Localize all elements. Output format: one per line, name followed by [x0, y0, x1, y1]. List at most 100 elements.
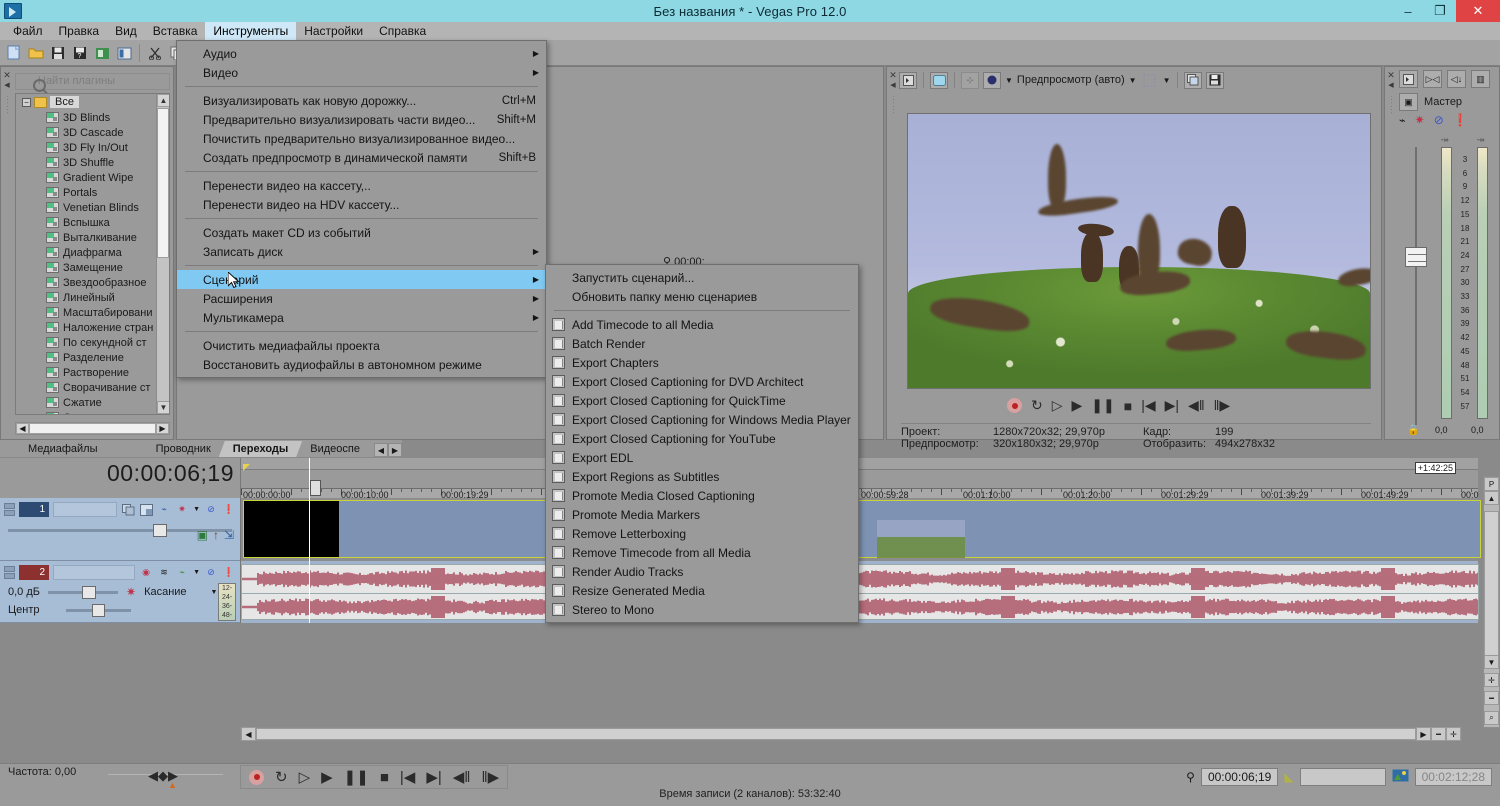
vscroll-marker-icon[interactable]: P	[1484, 477, 1499, 491]
track2-name-input[interactable]	[53, 565, 136, 580]
tools-menu-item[interactable]: Расширения ▶	[177, 289, 546, 308]
track2-pan-label[interactable]: Центр	[8, 604, 40, 616]
video-event-clip[interactable]	[243, 500, 1481, 558]
plugin-item[interactable]: Выталкивание	[16, 230, 169, 245]
hscroll-thumb[interactable]	[29, 423, 156, 434]
plugin-item[interactable]: Сжатие	[16, 395, 169, 410]
script-menu-item[interactable]: Stereo to Mono	[546, 600, 858, 619]
tab-project-media[interactable]: Медиафайлы проекта	[14, 441, 148, 457]
project-video-properties-icon[interactable]	[899, 71, 917, 89]
go-to-start-icon[interactable]: |◀	[1141, 397, 1155, 414]
plugin-item[interactable]: Скольжение	[16, 410, 169, 414]
preview-quality-icon[interactable]	[983, 71, 1001, 89]
next-frame-icon[interactable]: ‖▶	[1214, 397, 1231, 414]
minimize-button[interactable]: –	[1392, 0, 1424, 22]
overlay-grid-icon[interactable]	[1141, 72, 1159, 89]
track2-automation-label[interactable]: Касание	[144, 586, 186, 598]
track1-slider-knob[interactable]	[153, 524, 167, 537]
plugin-item[interactable]: Замещение	[16, 260, 169, 275]
script-menu-item[interactable]: Запустить сценарий...	[546, 268, 858, 287]
expander-icon[interactable]: −	[22, 97, 31, 107]
plugin-tree[interactable]: − Все 3D Blinds 3D Cascade 3D Fly In/Out 3D…	[15, 93, 170, 415]
stop-button[interactable]: ■	[380, 769, 389, 786]
track-area-audio[interactable]	[240, 561, 1479, 623]
timeline-horizontal-scrollbar[interactable]: ◀ ▶ ━ ✛	[240, 727, 1462, 741]
tools-menu-item[interactable]: Записать диск ▶	[177, 242, 546, 261]
maximize-button[interactable]: ❐	[1424, 0, 1456, 22]
track2-number[interactable]: 2	[19, 565, 49, 580]
scissors-icon[interactable]	[145, 43, 165, 63]
tab-transitions[interactable]: Переходы	[219, 441, 303, 457]
script-menu-item[interactable]: Обновить папку меню сценариев	[546, 287, 858, 306]
plugin-item[interactable]: Разделение	[16, 350, 169, 365]
fx-gear-icon[interactable]: ✷	[1415, 113, 1425, 127]
tools-menu-item[interactable]: Мультикамера ▶	[177, 308, 546, 327]
tools-menu-item[interactable]: Создать предпросмотр в динамической памя…	[177, 148, 546, 167]
go-to-start-button[interactable]: |◀	[400, 768, 415, 786]
track2-invert-icon[interactable]: ≋	[157, 566, 171, 580]
menu-view[interactable]: Вид	[107, 22, 145, 40]
timeline-cursor-timecode[interactable]: 00:00:06;19	[12, 460, 234, 487]
play-icon-preview[interactable]: ▶	[1072, 397, 1083, 414]
vscroll-down-icon[interactable]: ▼	[1484, 655, 1499, 669]
plugin-item[interactable]: По секундной ст	[16, 335, 169, 350]
vscroll-thumb[interactable]	[1484, 511, 1499, 661]
dim-output-icon[interactable]: ◁↓	[1447, 70, 1466, 88]
script-menu-item[interactable]: Promote Media Markers	[546, 505, 858, 524]
tools-menu-item[interactable]: Перенести видео на кассету,..	[177, 176, 546, 195]
script-menu-item[interactable]: Add Timecode to all Media	[546, 315, 858, 334]
split-screen-icon[interactable]: ⊹	[961, 71, 979, 89]
record-button[interactable]	[249, 769, 264, 785]
script-submenu[interactable]: Запустить сценарий... Обновить папку меню…	[545, 264, 859, 623]
menu-help[interactable]: Справка	[371, 22, 434, 40]
timeline-vertical-scrollbar[interactable]: P ▲ ▼ ✛ ━ ⌕	[1483, 476, 1500, 728]
tools-menu-item[interactable]: Почистить предварительно визуализированн…	[177, 129, 546, 148]
track1-snapshot-icon[interactable]: ▣	[197, 528, 208, 542]
plugin-item[interactable]: Растворение	[16, 365, 169, 380]
playhead-handle[interactable]	[310, 480, 321, 496]
master-fader-track[interactable]	[1415, 147, 1417, 425]
marker-band[interactable]	[241, 458, 1478, 470]
track1-fx-icon[interactable]: ✷	[175, 503, 189, 517]
track1-compositing-icon[interactable]	[121, 503, 135, 517]
track1-routing-icon[interactable]: ⌁	[157, 503, 171, 517]
mute-icon[interactable]: ⊘	[1434, 113, 1444, 127]
track1-name-input[interactable]	[53, 502, 118, 517]
close-button[interactable]: ✕	[1456, 0, 1500, 22]
menu-tools[interactable]: Инструменты	[205, 22, 297, 40]
zoom-out-vertical-icon[interactable]: ━	[1484, 691, 1499, 705]
mixer-properties-icon[interactable]	[1399, 70, 1418, 88]
track2-solo-icon[interactable]: ❗	[222, 566, 236, 580]
plugin-item[interactable]: Portals	[16, 185, 169, 200]
tools-menu-item[interactable]: Восстановить аудиофайлы в автономном реж…	[177, 355, 546, 374]
scroll-down-icon[interactable]: ▼	[157, 401, 169, 414]
stop-icon-preview[interactable]: ■	[1124, 398, 1132, 414]
track2-automation-chevron-icon[interactable]: ▼	[211, 589, 218, 596]
track1-up-icon[interactable]: ↑	[213, 528, 219, 542]
track2-minimize-icons[interactable]	[4, 566, 15, 579]
copy-snapshot-icon[interactable]	[1183, 71, 1202, 89]
track2-arm-record-icon[interactable]: ◉	[139, 566, 153, 580]
hscroll-left-icon[interactable]: ◀	[16, 423, 29, 434]
chevron-down-icon-quality[interactable]: ▼	[1005, 76, 1013, 85]
tools-menu-item[interactable]: Создать макет CD из событий	[177, 223, 546, 242]
track2-pan-slider[interactable]	[65, 603, 131, 617]
panel-grip-left[interactable]: ✕ ◀ ······	[1, 67, 13, 439]
track2-gain-knob[interactable]	[82, 585, 96, 599]
zoom-in-horizontal-icon[interactable]: ✛	[1446, 727, 1461, 741]
timeline-ruler[interactable]: +1:42:25 00:00:00:00 00:00:10:00 00:00:19:…	[240, 458, 1479, 500]
plugin-item[interactable]: Вспышка	[16, 215, 169, 230]
zoom-in-vertical-icon[interactable]: ✛	[1484, 673, 1499, 687]
tools-dropdown-menu[interactable]: Аудио ▶ Видео ▶ Визуализировать как новую до…	[176, 40, 547, 378]
master-bus-icon[interactable]: ▣	[1399, 93, 1418, 111]
tab-explorer[interactable]: Проводник	[142, 441, 225, 457]
script-menu-item[interactable]: Export Closed Captioning for Windows Med…	[546, 410, 858, 429]
tab-next-icon[interactable]: ▶	[388, 443, 402, 457]
track2-gain-slider[interactable]	[48, 585, 118, 599]
script-menu-item[interactable]: Export Closed Captioning for DVD Archite…	[546, 372, 858, 391]
plugin-item[interactable]: Линейный	[16, 290, 169, 305]
track-header-audio[interactable]: 2 ◉ ≋ ⌁ ▼ ⊘ ❗ 0,0 дБ ✷ Касание ▼ Центр 1…	[0, 561, 240, 623]
go-to-end-button[interactable]: ▶|	[426, 768, 441, 786]
track-header-video[interactable]: 1 ⌁ ✷ ▼ ⊘ ❗ ▣ ↑ ⇲	[0, 498, 240, 561]
plugin-item[interactable]: 3D Blinds	[16, 110, 169, 125]
